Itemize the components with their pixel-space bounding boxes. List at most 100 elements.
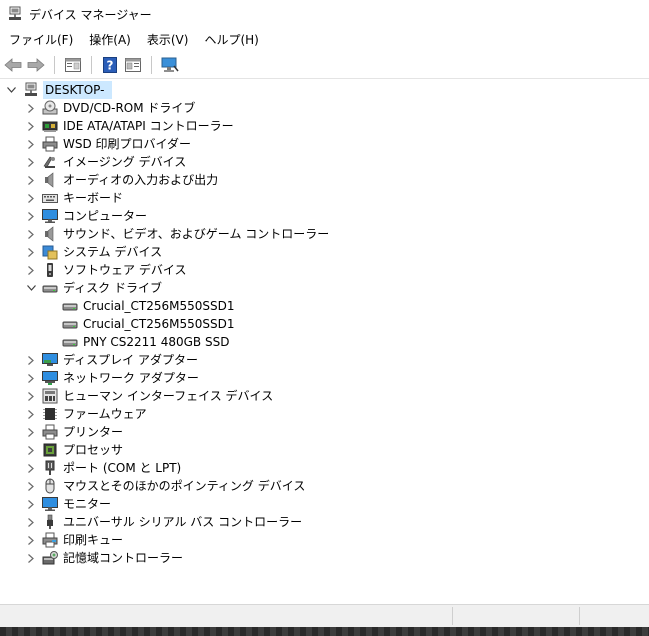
tree-category-item[interactable]: ユニバーサル シリアル バス コントローラー bbox=[0, 513, 303, 531]
expand-chevron-icon[interactable] bbox=[26, 153, 36, 171]
ide-controller-icon bbox=[42, 118, 58, 134]
properties-button[interactable] bbox=[63, 55, 83, 75]
usb-icon bbox=[42, 514, 58, 530]
tree-item-label[interactable]: WSD 印刷プロバイダー bbox=[62, 135, 192, 153]
forward-button[interactable] bbox=[26, 55, 46, 75]
expand-chevron-icon[interactable] bbox=[26, 495, 36, 513]
expand-chevron-icon[interactable] bbox=[26, 189, 36, 207]
tree-item-label[interactable]: ネットワーク アダプター bbox=[62, 369, 200, 387]
tree-item-label[interactable]: DVD/CD-ROM ドライブ bbox=[62, 99, 196, 117]
tree-item-label[interactable]: ヒューマン インターフェイス デバイス bbox=[62, 387, 274, 405]
expand-chevron-icon[interactable] bbox=[26, 549, 36, 567]
expand-chevron-icon[interactable] bbox=[26, 369, 36, 387]
menu-file[interactable]: ファイル(F) bbox=[0, 30, 81, 50]
tree-item-label[interactable]: オーディオの入力および出力 bbox=[62, 171, 219, 189]
properties-icon bbox=[65, 58, 81, 72]
back-arrow-icon bbox=[4, 58, 22, 72]
tree-category-item[interactable]: ポート (COM と LPT) bbox=[0, 459, 182, 477]
expand-chevron-icon[interactable] bbox=[26, 171, 36, 189]
tree-item-label[interactable]: マウスとそのほかのポインティング デバイス bbox=[62, 477, 306, 495]
tree-item-label[interactable]: 印刷キュー bbox=[62, 531, 124, 549]
tree-category-item[interactable]: イメージング デバイス bbox=[0, 153, 187, 171]
expand-chevron-icon[interactable] bbox=[26, 261, 36, 279]
expand-chevron-icon[interactable] bbox=[26, 477, 36, 495]
tree-item-label[interactable]: ユニバーサル シリアル バス コントローラー bbox=[62, 513, 303, 531]
tree-category-item[interactable]: システム デバイス bbox=[0, 243, 163, 261]
tree-category-item[interactable]: コンピューター bbox=[0, 207, 148, 225]
tree-category-item[interactable]: WSD 印刷プロバイダー bbox=[0, 135, 192, 153]
expand-chevron-icon[interactable] bbox=[26, 459, 36, 477]
tree-category-item[interactable]: プリンター bbox=[0, 423, 124, 441]
tree-item-label[interactable]: コンピューター bbox=[62, 207, 148, 225]
tree-root[interactable]: DESKTOP- bbox=[0, 81, 113, 99]
menu-help[interactable]: ヘルプ(H) bbox=[196, 30, 266, 50]
tree-category-item[interactable]: マウスとそのほかのポインティング デバイス bbox=[0, 477, 306, 495]
tree-category-item[interactable]: 印刷キュー bbox=[0, 531, 124, 549]
dvd-drive-icon bbox=[42, 100, 58, 116]
tree-device-item[interactable]: Crucial_CT256M550SSD1 bbox=[0, 315, 236, 333]
expand-chevron-icon[interactable] bbox=[26, 387, 36, 405]
toolbar-separator bbox=[151, 56, 152, 74]
tree-category-item[interactable]: ファームウェア bbox=[0, 405, 148, 423]
expand-chevron-icon[interactable] bbox=[26, 423, 36, 441]
tree-item-label[interactable]: ソフトウェア デバイス bbox=[62, 261, 187, 279]
scan-hardware-button[interactable] bbox=[160, 55, 180, 75]
tree-category-item[interactable]: IDE ATA/ATAPI コントローラー bbox=[0, 117, 235, 135]
tree-item-label[interactable]: ディスク ドライブ bbox=[62, 279, 163, 297]
printer-icon bbox=[42, 136, 58, 152]
menu-view[interactable]: 表示(V) bbox=[139, 30, 197, 50]
toolbar-separator bbox=[54, 56, 55, 74]
tree-category-item[interactable]: ソフトウェア デバイス bbox=[0, 261, 187, 279]
tree-device-item[interactable]: PNY CS2211 480GB SSD bbox=[0, 333, 230, 351]
expand-chevron-icon[interactable] bbox=[26, 99, 36, 117]
help-button[interactable]: ? bbox=[100, 55, 120, 75]
expand-chevron-icon[interactable] bbox=[26, 441, 36, 459]
tree-item-label[interactable]: ディスプレイ アダプター bbox=[62, 351, 199, 369]
expand-chevron-icon[interactable] bbox=[26, 405, 36, 423]
tree-category-item[interactable]: ヒューマン インターフェイス デバイス bbox=[0, 387, 274, 405]
tree-category-item[interactable]: サウンド、ビデオ、およびゲーム コントローラー bbox=[0, 225, 330, 243]
tree-category-item[interactable]: 記憶域コントローラー bbox=[0, 549, 184, 567]
expand-chevron-icon[interactable] bbox=[26, 135, 36, 153]
tree-category-item[interactable]: プロセッサ bbox=[0, 441, 124, 459]
tree-category-item[interactable]: オーディオの入力および出力 bbox=[0, 171, 219, 189]
tree-item-label[interactable]: プロセッサ bbox=[62, 441, 124, 459]
collapse-chevron-icon[interactable] bbox=[26, 279, 36, 297]
update-view-button[interactable] bbox=[123, 55, 143, 75]
tree-item-label[interactable]: ポート (COM と LPT) bbox=[62, 459, 182, 477]
collapse-chevron-icon[interactable] bbox=[6, 81, 16, 99]
monitor-icon bbox=[42, 208, 58, 224]
tree-category-item[interactable]: ディスク ドライブ bbox=[0, 279, 163, 297]
tree-item-label[interactable]: ファームウェア bbox=[62, 405, 148, 423]
tree-item-label[interactable]: Crucial_CT256M550SSD1 bbox=[82, 297, 236, 315]
expand-chevron-icon[interactable] bbox=[26, 117, 36, 135]
tree-category-item[interactable]: モニター bbox=[0, 495, 112, 513]
tree-item-label[interactable]: PNY CS2211 480GB SSD bbox=[82, 333, 230, 351]
expand-chevron-icon[interactable] bbox=[26, 531, 36, 549]
back-button[interactable] bbox=[3, 55, 23, 75]
expand-chevron-icon[interactable] bbox=[26, 351, 36, 369]
tree-item-label[interactable]: システム デバイス bbox=[62, 243, 163, 261]
tree-device-item[interactable]: Crucial_CT256M550SSD1 bbox=[0, 297, 236, 315]
tree-item-label[interactable]: モニター bbox=[62, 495, 112, 513]
tree-item-label[interactable]: Crucial_CT256M550SSD1 bbox=[82, 315, 236, 333]
tree-item-label[interactable]: キーボード bbox=[62, 189, 124, 207]
tree-category-item[interactable]: キーボード bbox=[0, 189, 124, 207]
menu-action[interactable]: 操作(A) bbox=[81, 30, 139, 50]
expand-chevron-icon[interactable] bbox=[26, 225, 36, 243]
tree-item-label[interactable]: サウンド、ビデオ、およびゲーム コントローラー bbox=[62, 225, 330, 243]
tree-item-label[interactable]: イメージング デバイス bbox=[62, 153, 187, 171]
tree-category-item[interactable]: ディスプレイ アダプター bbox=[0, 351, 199, 369]
expand-chevron-icon[interactable] bbox=[26, 243, 36, 261]
device-tree[interactable]: DESKTOP- DVD/CD-ROM ドライブ IDE ATA/ATAPI コン… bbox=[0, 81, 649, 604]
expand-chevron-icon[interactable] bbox=[26, 513, 36, 531]
tree-category-item[interactable]: ネットワーク アダプター bbox=[0, 369, 200, 387]
tree-item-label[interactable]: 記憶域コントローラー bbox=[62, 549, 184, 567]
tree-category-item[interactable]: DVD/CD-ROM ドライブ bbox=[0, 99, 196, 117]
firmware-chip-icon bbox=[42, 406, 58, 422]
tree-root-label[interactable]: DESKTOP- bbox=[43, 81, 113, 99]
device-manager-icon bbox=[7, 6, 23, 22]
tree-item-label[interactable]: IDE ATA/ATAPI コントローラー bbox=[62, 117, 235, 135]
expand-chevron-icon[interactable] bbox=[26, 207, 36, 225]
tree-item-label[interactable]: プリンター bbox=[62, 423, 124, 441]
